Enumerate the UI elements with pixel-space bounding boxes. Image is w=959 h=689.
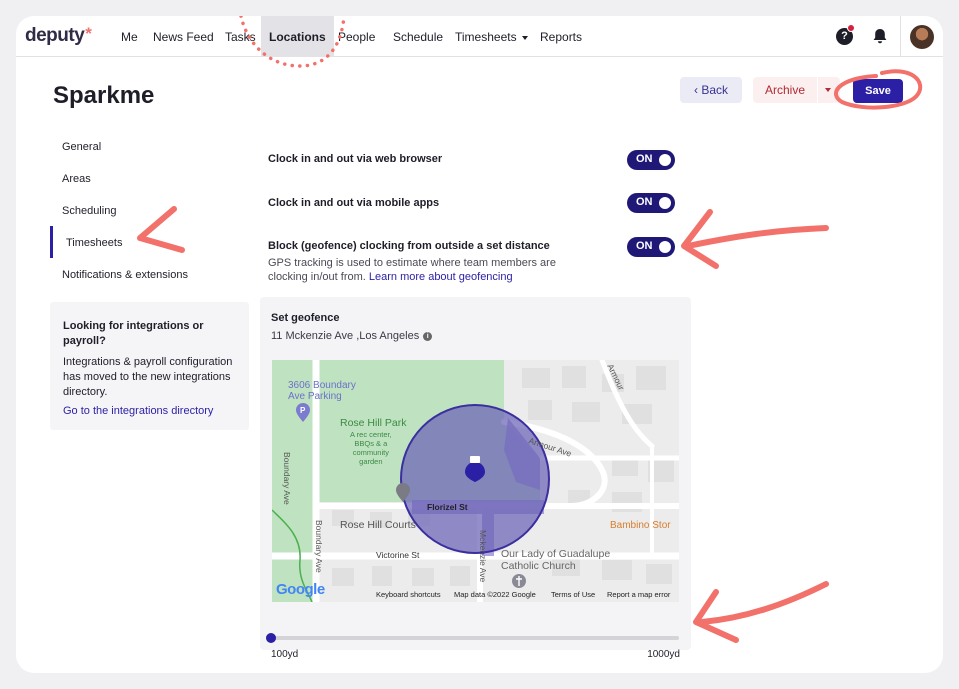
geofencing-learn-more-link[interactable]: Learn more about geofencing — [369, 271, 513, 283]
chevron-pointer-annotation — [137, 206, 185, 253]
nav-item-reports[interactable]: Reports — [540, 16, 582, 57]
church-line1: Our Lady of Guadalupe — [501, 548, 611, 560]
save-button[interactable]: Save — [853, 79, 903, 103]
promo-text: Integrations & payroll configuration has… — [63, 356, 233, 398]
logo-text: deputy — [25, 25, 85, 46]
geofence-title: Set geofence — [271, 312, 340, 324]
map-label-bambino: Bambino Stor — [610, 520, 671, 531]
sidebar-item-general[interactable]: General — [62, 141, 101, 153]
toggle-knob — [659, 154, 671, 166]
integrations-directory-link[interactable]: Go to the integrations directory — [63, 404, 236, 419]
google-logo-text: Google — [276, 581, 325, 598]
keyboard-shortcuts-link[interactable]: Keyboard shortcuts — [376, 590, 441, 599]
geofence-address: 11 Mckenzie Ave ,Los Angeles i — [271, 330, 433, 342]
geofence-help-text: GPS tracking is used to estimate where t… — [268, 256, 578, 284]
top-nav: deputy* Me News Feed Tasks Locations Peo… — [16, 16, 943, 57]
map-label-parking: 3606 Boundary Ave Parking — [288, 380, 356, 402]
deputy-logo[interactable]: deputy* — [25, 24, 92, 47]
map-label-victorine: Victorine St — [376, 550, 420, 560]
toggle-knob — [659, 241, 671, 253]
sidebar-item-notifications[interactable]: Notifications & extensions — [62, 269, 188, 281]
map-label-boundary-ave-2: Boundary Ave — [314, 520, 324, 573]
archive-dropdown-button[interactable] — [818, 77, 840, 103]
park-desc-line3: community — [352, 448, 389, 457]
chevron-left-icon: ‹ — [693, 83, 698, 97]
dotted-highlight-annotation — [239, 16, 346, 68]
sidebar-item-areas[interactable]: Areas — [62, 173, 91, 185]
sidebar-item-timesheets[interactable]: Timesheets — [66, 237, 122, 249]
back-button-label: Back — [701, 83, 729, 97]
geofence-panel: Set geofence 11 Mckenzie Ave ,Los Angele… — [260, 297, 691, 660]
nav-divider — [900, 16, 901, 57]
map-label-parking-line1: 3606 Boundary — [288, 380, 356, 391]
app-window: deputy* Me News Feed Tasks Locations Peo… — [16, 16, 943, 673]
map-label-church: Our Lady of Guadalupe Catholic Church — [501, 548, 610, 572]
user-avatar[interactable] — [910, 25, 934, 49]
church-line2: Catholic Church — [501, 560, 576, 572]
map-label-mckenzie: Mckenzie Ave — [478, 530, 488, 583]
geofence-distance-slider[interactable] — [270, 636, 679, 640]
sidebar-active-indicator — [50, 226, 53, 258]
nav-item-timesheets[interactable]: Timesheets — [455, 16, 528, 57]
chevron-down-icon — [825, 88, 831, 92]
nav-item-me[interactable]: Me — [121, 16, 138, 57]
arrow-to-toggle-annotation — [681, 209, 829, 269]
promo-title: Looking for integrations or payroll? — [63, 320, 204, 347]
logo-star-icon: * — [85, 24, 92, 43]
park-desc-line4: garden — [359, 457, 383, 466]
geofence-toggle[interactable]: ON — [627, 237, 675, 257]
slider-min-label: 100yd — [271, 649, 299, 660]
geofence-map[interactable]: P 3606 Boundary Ave Parking Rose Hill Par… — [272, 360, 679, 602]
setting-web-browser-label: Clock in and out via web browser — [268, 153, 443, 165]
toggle-state: ON — [636, 196, 653, 208]
google-logo: Google — [276, 581, 325, 598]
back-button[interactable]: ‹ Back — [680, 77, 742, 103]
slider-max-label: 1000yd — [647, 649, 680, 660]
sidebar-item-scheduling[interactable]: Scheduling — [62, 205, 116, 217]
info-icon[interactable]: i — [423, 332, 433, 341]
chevron-down-icon — [521, 35, 528, 40]
park-desc-line2: BBQs & a — [354, 439, 388, 448]
map-label-parking-line2: Ave Parking — [288, 391, 342, 402]
report-map-error-link[interactable]: Report a map error — [607, 590, 670, 599]
map-label-boundary-ave-1: Boundary Ave — [282, 452, 292, 505]
slider-thumb[interactable] — [266, 633, 276, 643]
nav-item-schedule[interactable]: Schedule — [393, 16, 443, 57]
setting-geofence-label: Block (geofence) clocking from outside a… — [268, 240, 550, 252]
svg-text:P: P — [300, 406, 306, 415]
web-browser-toggle[interactable]: ON — [627, 150, 675, 170]
toggle-knob — [659, 197, 671, 209]
nav-item-news-feed[interactable]: News Feed — [153, 16, 214, 57]
notification-dot — [847, 24, 855, 32]
terms-of-use-link[interactable]: Terms of Use — [551, 590, 595, 599]
setting-mobile-apps-label: Clock in and out via mobile apps — [268, 197, 440, 209]
arrow-to-slider-annotation — [693, 581, 829, 643]
map-label-park-desc: A rec center, BBQs & a community garden — [350, 430, 392, 466]
park-desc-line1: A rec center, — [350, 430, 392, 439]
map-label-courts: Rose Hill Courts — [340, 519, 416, 531]
map-label-florizel: Florizel St — [427, 502, 468, 512]
map-data-text: Map data ©2022 Google — [454, 590, 536, 599]
archive-button[interactable]: Archive — [753, 77, 817, 103]
bell-icon[interactable] — [871, 27, 889, 45]
page-title: Sparkme — [53, 82, 155, 109]
map-label-park: Rose Hill Park — [340, 417, 407, 429]
mobile-apps-toggle[interactable]: ON — [627, 193, 675, 213]
toggle-state: ON — [636, 240, 653, 252]
nav-item-timesheets-label: Timesheets — [455, 30, 517, 44]
integrations-promo: Looking for integrations or payroll? Int… — [50, 302, 249, 430]
toggle-state: ON — [636, 153, 653, 165]
address-text: 11 Mckenzie Ave ,Los Angeles — [271, 330, 420, 342]
